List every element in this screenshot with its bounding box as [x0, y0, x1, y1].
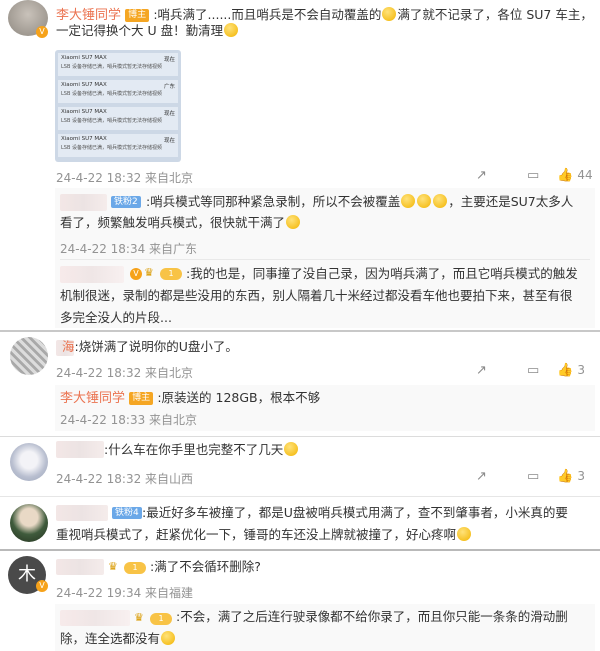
comment-text-line2: 一定记得换个大 U 盘！勤清理 [56, 20, 239, 42]
comment-text-cont: 满了就不记录了，各位 SU7 车主， [397, 7, 593, 22]
level-badge: 1 [124, 562, 146, 574]
reply-timestamp: 24-4-22 18:33 来自北京 [60, 413, 198, 427]
crown-icon: ♛ [134, 611, 144, 624]
emoji-icon [161, 631, 176, 645]
comment-icon[interactable]: ▭ [527, 469, 539, 484]
comment-timestamp: 24-4-22 18:32 来自山西 [56, 472, 194, 486]
emoji-icon [284, 442, 299, 456]
level-badge: 1 [150, 613, 172, 625]
redacted-username [56, 441, 104, 458]
emoji-icon [382, 7, 397, 21]
comment-text-body: :什么车在你手里也完整不了几天 [104, 442, 284, 457]
emoji-icon [417, 194, 432, 208]
like-icon: 👍 [557, 363, 574, 378]
level-badge: 1 [160, 268, 182, 280]
reply-text-line1: :哨兵模式等同那种紧急录制，所以不会被覆盖 [146, 194, 401, 209]
notification-row: Xiaomi SU7 MAX 现在 LSB 设备存储已满，哨兵模式暂无法存储视频 [58, 107, 178, 130]
comment-text-line2-text: 重视哨兵模式了，赶紧优化一下，锤哥的车还没上牌就被撞了，好心疼啊 [56, 527, 457, 542]
notification-title: Xiaomi SU7 MAX [61, 136, 107, 142]
avatar[interactable] [10, 337, 48, 375]
notification-detail: LSB 设备存储已满，哨兵模式暂无法存储视频 [61, 118, 162, 124]
like-button[interactable]: 👍 3 [557, 469, 585, 484]
crown-icon: ♛ [144, 266, 154, 279]
notification-row: Xiaomi SU7 MAX 现在 LSB 设备存储已满，哨兵模式暂无法存储视频 [58, 53, 178, 76]
reply-text: :哨兵模式等同那种紧急录制，所以不会被覆盖 ，主要还是SU7太多人 [60, 191, 573, 213]
reply-text-line2: 除，连全选都没有 [60, 628, 176, 650]
notification-tag: 广东 [163, 84, 175, 90]
notification-tag: 现在 [163, 57, 175, 63]
notification-detail: LSB 设备存储已满，哨兵模式暂无法存储视频 [61, 145, 162, 151]
emoji-icon [224, 23, 239, 37]
share-icon[interactable]: ↗ [476, 168, 487, 183]
reply-text: :原装送的 128GB，根本不够 [157, 390, 321, 405]
notification-row: Xiaomi SU7 MAX 现在 LSB 设备存储已满，哨兵模式暂无法存储视频 [58, 134, 178, 157]
redacted-username [56, 559, 104, 575]
emoji-icon [457, 527, 472, 541]
avatar[interactable] [10, 443, 48, 481]
reply-text-line2: 机制很迷，录制的都是些没用的东西，别人隔着几十米经过都没看车他也要拍下来，甚至有… [60, 288, 573, 303]
reply-text-line2: 看了，频繁触发哨兵模式，很快就干满了 [60, 212, 301, 234]
like-icon: 👍 [557, 469, 574, 484]
comment-text-line2-text: 一定记得换个大 U 盘！勤清理 [56, 23, 224, 38]
reply-author-name[interactable]: 李大锤同学 [60, 391, 125, 406]
notification-row: Xiaomi SU7 MAX 广东 LSB 设备存储已满，哨兵模式暂无法存储视频 [58, 80, 178, 103]
notification-title: Xiaomi SU7 MAX [61, 55, 107, 61]
verified-icon: V [36, 26, 48, 38]
reply-text-line3: 多完全没人的片段... [60, 310, 172, 325]
blogger-badge: 博主 [129, 392, 154, 405]
like-count: 44 [577, 168, 593, 182]
fan-badge: 铁粉4 [112, 507, 142, 519]
comment-timestamp: 24-4-22 18:32 来自北京 [56, 171, 194, 185]
like-button[interactable]: 👍 44 [557, 168, 593, 183]
comment-timestamp: 24-4-22 18:32 来自北京 [56, 366, 194, 380]
comment-text-line2: 重视哨兵模式了，赶紧优化一下，锤哥的车还没上牌就被撞了，好心疼啊 [56, 524, 472, 546]
reply-timestamp: 24-4-22 18:34 来自广东 [60, 242, 198, 256]
notification-title: Xiaomi SU7 MAX [61, 109, 107, 115]
emoji-icon [286, 215, 301, 229]
crown-icon: ♛ [108, 560, 118, 573]
reply-header: 李大锤同学 博主 :原装送的 128GB，根本不够 [60, 387, 320, 409]
notification-tag: 现在 [163, 111, 175, 117]
notification-title: Xiaomi SU7 MAX [61, 82, 107, 88]
avatar[interactable] [10, 504, 48, 542]
reply-text-line2-text: 看了，频繁触发哨兵模式，很快就干满了 [60, 215, 286, 230]
comment-text: :什么车在你手里也完整不了几天 [104, 439, 299, 461]
comment-timestamp: 24-4-22 19:34 来自福建 [56, 586, 194, 600]
reply-text-line1b: ，主要还是SU7太多人 [448, 194, 574, 209]
like-icon: 👍 [557, 168, 574, 183]
comment-text: 海:烧饼满了说明你的U盘小了。 [62, 336, 238, 358]
like-button[interactable]: 👍 3 [557, 363, 585, 378]
reply-text-line1: :我的也是，同事撞了没自己录，因为哨兵满了，而且它哨兵模式的触发 [186, 266, 578, 281]
comment-icon[interactable]: ▭ [527, 363, 539, 378]
redacted-username [60, 610, 130, 626]
comment-icon[interactable]: ▭ [527, 168, 539, 183]
share-icon[interactable]: ↗ [476, 469, 487, 484]
emoji-icon [401, 194, 416, 208]
like-count: 3 [577, 363, 585, 377]
comment-text: :满了不会循环删除? [150, 559, 261, 574]
notification-tag: 现在 [163, 138, 175, 144]
redacted-username [60, 266, 124, 283]
image-thumbnail[interactable]: Xiaomi SU7 MAX 现在 LSB 设备存储已满，哨兵模式暂无法存储视频 … [55, 50, 181, 162]
verified-icon: V [130, 268, 142, 280]
commenter-name[interactable]: 海 [62, 339, 75, 354]
reply-text-line1: :不会，满了之后连行驶录像都不给你录了，而且你只能一条条的滑动删 [176, 609, 568, 624]
emoji-icon [433, 194, 448, 208]
share-icon[interactable]: ↗ [476, 363, 487, 378]
like-count: 3 [577, 469, 585, 483]
comment-text-line1: :最近好多车被撞了，都是U盘被哨兵模式用满了，查不到肇事者，小米真的要 [142, 505, 568, 520]
redacted-username [56, 505, 108, 521]
reply-text-line2-text: 除，连全选都没有 [60, 631, 161, 646]
notification-detail: LSB 设备存储已满，哨兵模式暂无法存储视频 [61, 91, 162, 97]
notification-detail: LSB 设备存储已满，哨兵模式暂无法存储视频 [61, 64, 162, 70]
verified-icon: V [36, 580, 48, 592]
comment-text-body: :烧饼满了说明你的U盘小了。 [74, 339, 238, 354]
